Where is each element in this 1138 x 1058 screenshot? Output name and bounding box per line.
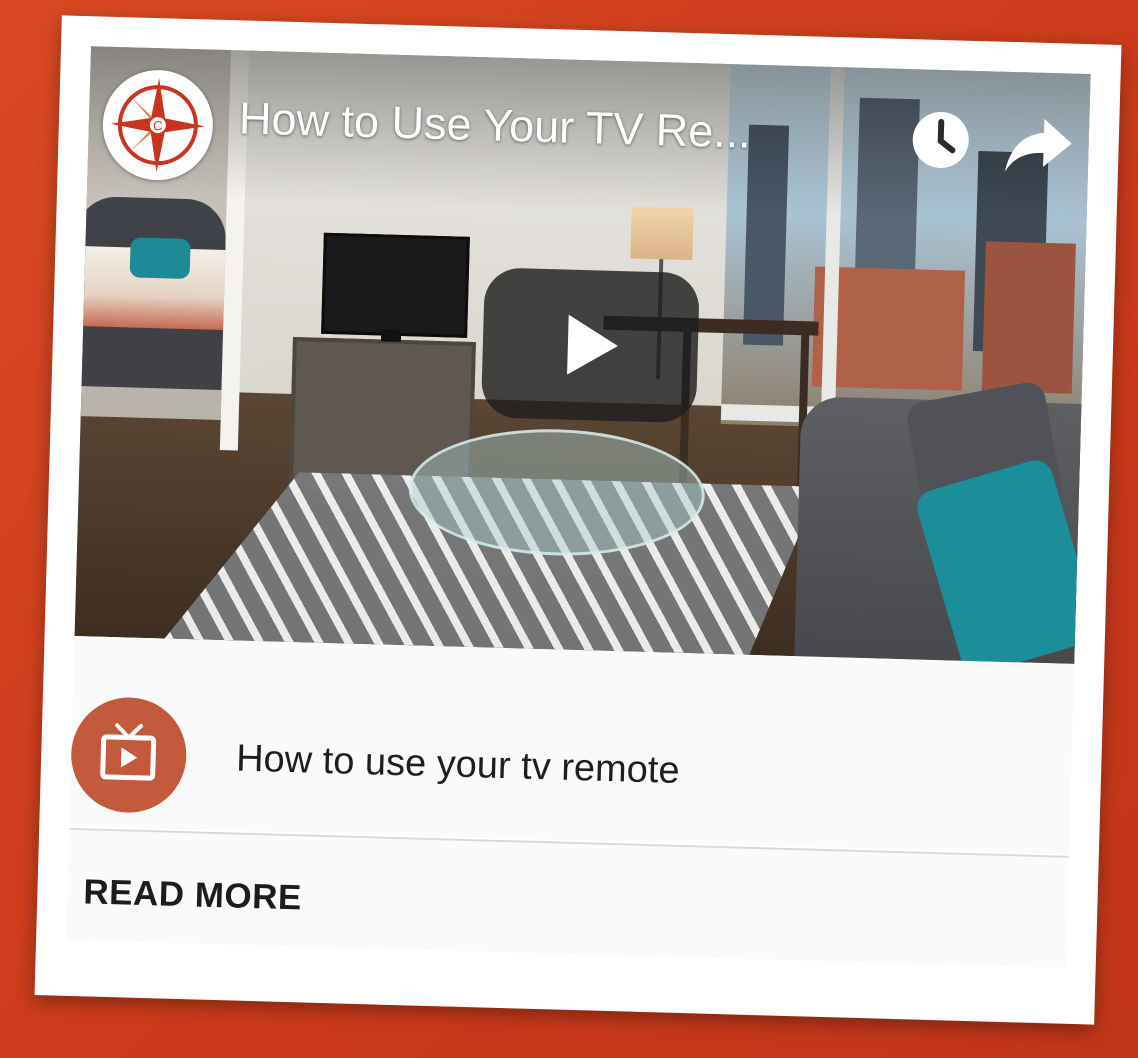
svg-text:C: C (153, 118, 163, 133)
page-background: C How to Use Your TV Re... How to use yo… (0, 0, 1138, 1058)
scene-pillow (129, 237, 191, 280)
clock-icon (912, 111, 969, 168)
play-icon (567, 314, 618, 375)
channel-logo[interactable]: C (101, 68, 215, 182)
watch-later-button[interactable] (908, 107, 974, 173)
video-player[interactable]: C How to Use Your TV Re... (74, 46, 1091, 664)
scene-lamp-shade (630, 206, 694, 261)
share-icon (1004, 118, 1072, 172)
read-more-button[interactable]: READ MORE (83, 872, 302, 918)
share-button[interactable] (1003, 112, 1077, 178)
scene-tv (321, 232, 470, 338)
post-title[interactable]: How to use your tv remote (236, 736, 681, 794)
footer-row: READ MORE (66, 829, 1069, 968)
video-card: C How to Use Your TV Re... How to use yo… (34, 15, 1122, 1025)
post-channel-icon (69, 695, 188, 815)
compass-icon: C (110, 78, 205, 173)
post-info-row[interactable]: How to use your tv remote (69, 635, 1075, 854)
scene-tv-neck (380, 329, 402, 342)
play-button[interactable] (480, 267, 700, 424)
tv-icon (100, 723, 157, 781)
scene-brick-building (981, 241, 1076, 394)
